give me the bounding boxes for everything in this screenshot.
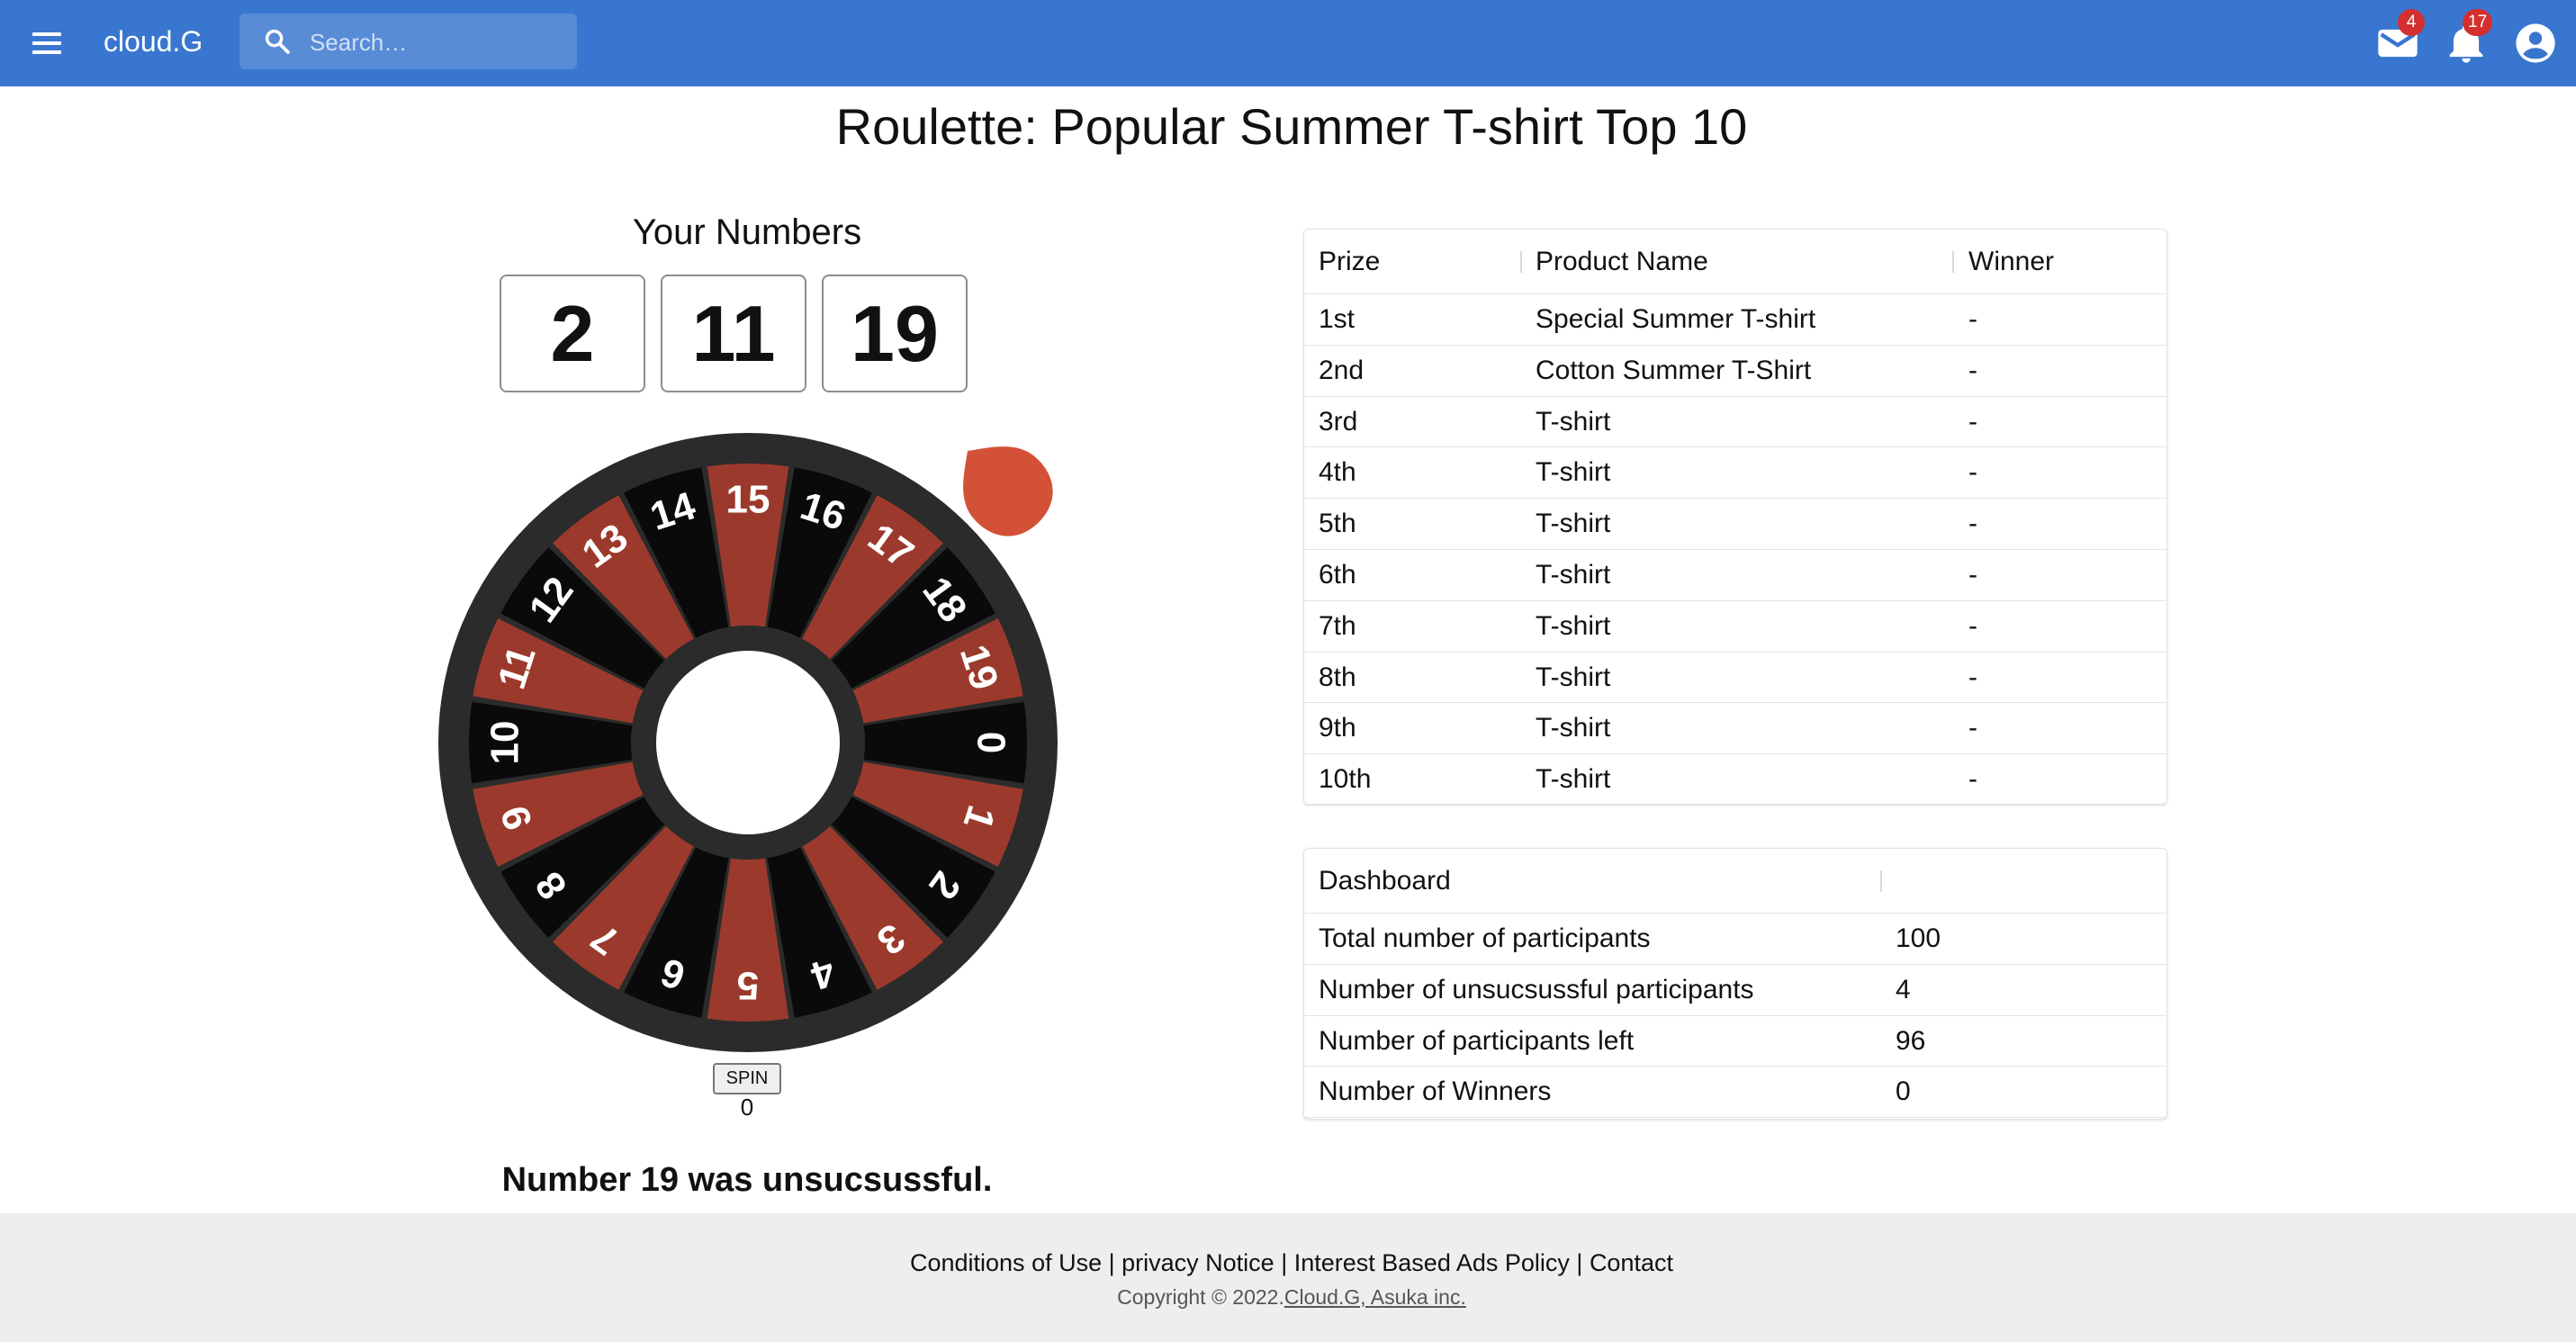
column-header-prize[interactable]: Prize bbox=[1319, 230, 1380, 293]
dashboard-title: Dashboard bbox=[1319, 866, 1451, 896]
prize-rank-cell: 4th bbox=[1319, 457, 1356, 488]
prize-table-row: 3rd T-shirt - bbox=[1304, 397, 2166, 448]
product-name-cell: T-shirt bbox=[1536, 662, 1611, 692]
product-name-cell: T-shirt bbox=[1536, 457, 1611, 488]
prize-table-header: Prize Product Name Winner bbox=[1304, 230, 2166, 294]
wheel-center bbox=[656, 651, 840, 834]
prize-table-row: 1st Special Summer T-shirt - bbox=[1304, 294, 2166, 346]
product-name-cell: T-shirt bbox=[1536, 610, 1611, 641]
spin-count: 0 bbox=[740, 1094, 754, 1121]
app-bar: cloud.G 4 17 bbox=[0, 0, 2576, 86]
product-name-cell: T-shirt bbox=[1536, 713, 1611, 743]
footer-links: Conditions of Use | privacy Notice | Int… bbox=[0, 1249, 2576, 1277]
winner-cell: - bbox=[1968, 713, 1977, 743]
product-name-cell: T-shirt bbox=[1536, 764, 1611, 795]
dashboard-row: Number of unsucsussful participants 4 bbox=[1304, 965, 2166, 1016]
notifications-button[interactable]: 17 bbox=[2443, 9, 2493, 67]
dashboard-metric-value: 0 bbox=[1896, 1076, 1911, 1107]
prize-table-row: 8th T-shirt - bbox=[1304, 653, 2166, 704]
your-number-box: 11 bbox=[661, 275, 806, 392]
footer: Conditions of Use | privacy Notice | Int… bbox=[0, 1213, 2576, 1342]
prize-table-row: 4th T-shirt - bbox=[1304, 447, 2166, 500]
product-name-cell: Special Summer T-shirt bbox=[1536, 304, 1816, 334]
prize-table-row: 2nd Cotton Summer T-Shirt - bbox=[1304, 346, 2166, 397]
prize-table-row: 7th T-shirt - bbox=[1304, 601, 2166, 653]
dashboard-row: Number of Winners 0 bbox=[1304, 1067, 2166, 1119]
your-number-box: 19 bbox=[822, 275, 968, 392]
footer-separator: | bbox=[1102, 1249, 1122, 1276]
copyright-company-link[interactable]: Cloud.G, Asuka inc. bbox=[1284, 1285, 1466, 1309]
winner-cell: - bbox=[1968, 304, 1977, 334]
product-name-cell: T-shirt bbox=[1536, 509, 1611, 539]
dashboard-metric-label: Total number of participants bbox=[1319, 923, 1651, 953]
product-name-cell: T-shirt bbox=[1536, 559, 1611, 590]
mail-button[interactable]: 4 bbox=[2374, 9, 2425, 67]
account-circle-icon bbox=[2516, 23, 2555, 63]
winner-cell: - bbox=[1968, 662, 1977, 692]
product-name-cell: Cotton Summer T-Shirt bbox=[1536, 355, 1812, 385]
copyright-text: Copyright © 2022. bbox=[1117, 1285, 1284, 1309]
winner-cell: - bbox=[1968, 610, 1977, 641]
dashboard-metric-value: 100 bbox=[1896, 923, 1941, 953]
prize-table: Prize Product Name Winner 1st Special Sum… bbox=[1303, 229, 2167, 806]
page-title: Roulette: Popular Summer T-shirt Top 10 bbox=[835, 98, 1748, 155]
dashboard-metric-label: Number of unsucsussful participants bbox=[1319, 974, 1754, 1004]
prize-table-row: 9th T-shirt - bbox=[1304, 703, 2166, 755]
app-brand[interactable]: cloud.G bbox=[104, 25, 203, 59]
prize-rank-cell: 5th bbox=[1319, 509, 1356, 539]
footer-separator: | bbox=[1569, 1249, 1590, 1276]
product-name-cell: T-shirt bbox=[1536, 406, 1611, 437]
footer-link-conditions[interactable]: Conditions of Use bbox=[910, 1249, 1102, 1276]
winner-cell: - bbox=[1968, 406, 1977, 437]
dashboard-metric-label: Number of Winners bbox=[1319, 1076, 1552, 1107]
wheel-number-label: 15 bbox=[726, 478, 770, 522]
prize-table-row: 6th T-shirt - bbox=[1304, 550, 2166, 601]
column-header-product-name[interactable]: Product Name bbox=[1536, 230, 1708, 293]
account-button[interactable] bbox=[2512, 20, 2559, 67]
prize-rank-cell: 1st bbox=[1319, 304, 1356, 334]
dashboard-header: Dashboard bbox=[1304, 849, 2166, 914]
dashboard-row: Number of participants left 96 bbox=[1304, 1016, 2166, 1067]
dashboard-metric-value: 4 bbox=[1896, 974, 1911, 1004]
notifications-badge: 17 bbox=[2463, 9, 2493, 36]
prize-table-row: 5th T-shirt - bbox=[1304, 499, 2166, 550]
footer-link-contact[interactable]: Contact bbox=[1590, 1249, 1673, 1276]
wheel-number-label: 10 bbox=[483, 721, 527, 765]
winner-cell: - bbox=[1968, 764, 1977, 795]
menu-icon[interactable] bbox=[25, 22, 68, 65]
prize-rank-cell: 9th bbox=[1319, 713, 1356, 743]
dashboard-metric-label: Number of participants left bbox=[1319, 1025, 1635, 1056]
winner-cell: - bbox=[1968, 457, 1977, 488]
winner-cell: - bbox=[1968, 509, 1977, 539]
search-input[interactable] bbox=[308, 14, 572, 71]
prize-rank-cell: 7th bbox=[1319, 610, 1356, 641]
footer-separator: | bbox=[1274, 1249, 1294, 1276]
footer-link-ads-policy[interactable]: Interest Based Ads Policy bbox=[1294, 1249, 1570, 1276]
search-icon bbox=[265, 29, 290, 54]
dashboard-metric-value: 96 bbox=[1896, 1025, 1926, 1056]
prize-rank-cell: 8th bbox=[1319, 662, 1356, 692]
wheel-number-label: 0 bbox=[969, 732, 1013, 753]
mail-badge: 4 bbox=[2398, 9, 2425, 36]
prize-rank-cell: 6th bbox=[1319, 559, 1356, 590]
your-numbers-label: Your Numbers bbox=[632, 212, 862, 252]
your-number-box: 2 bbox=[500, 275, 645, 392]
roulette-wheel[interactable]: 01234567891011121314 15 16171819 bbox=[437, 432, 1058, 1053]
dashboard-row: Total number of participants 100 bbox=[1304, 914, 2166, 965]
prize-rank-cell: 10th bbox=[1319, 764, 1372, 795]
prize-table-row: 10th T-shirt - bbox=[1304, 754, 2166, 806]
prize-rank-cell: 3rd bbox=[1319, 406, 1358, 437]
result-message: Number 19 was unsucsussful. bbox=[501, 1161, 993, 1199]
column-header-winner[interactable]: Winner bbox=[1968, 230, 2054, 293]
spin-button[interactable]: SPIN bbox=[713, 1063, 781, 1094]
footer-copyright: Copyright © 2022.Cloud.G, Asuka inc. bbox=[0, 1285, 2576, 1310]
wheel-number-label: 5 bbox=[737, 964, 759, 1008]
winner-cell: - bbox=[1968, 559, 1977, 590]
prize-rank-cell: 2nd bbox=[1319, 355, 1365, 385]
footer-link-privacy[interactable]: privacy Notice bbox=[1121, 1249, 1274, 1276]
search-box[interactable] bbox=[239, 14, 577, 71]
winner-cell: - bbox=[1968, 355, 1977, 385]
dashboard-table: Dashboard Total number of participants 10… bbox=[1303, 848, 2167, 1120]
